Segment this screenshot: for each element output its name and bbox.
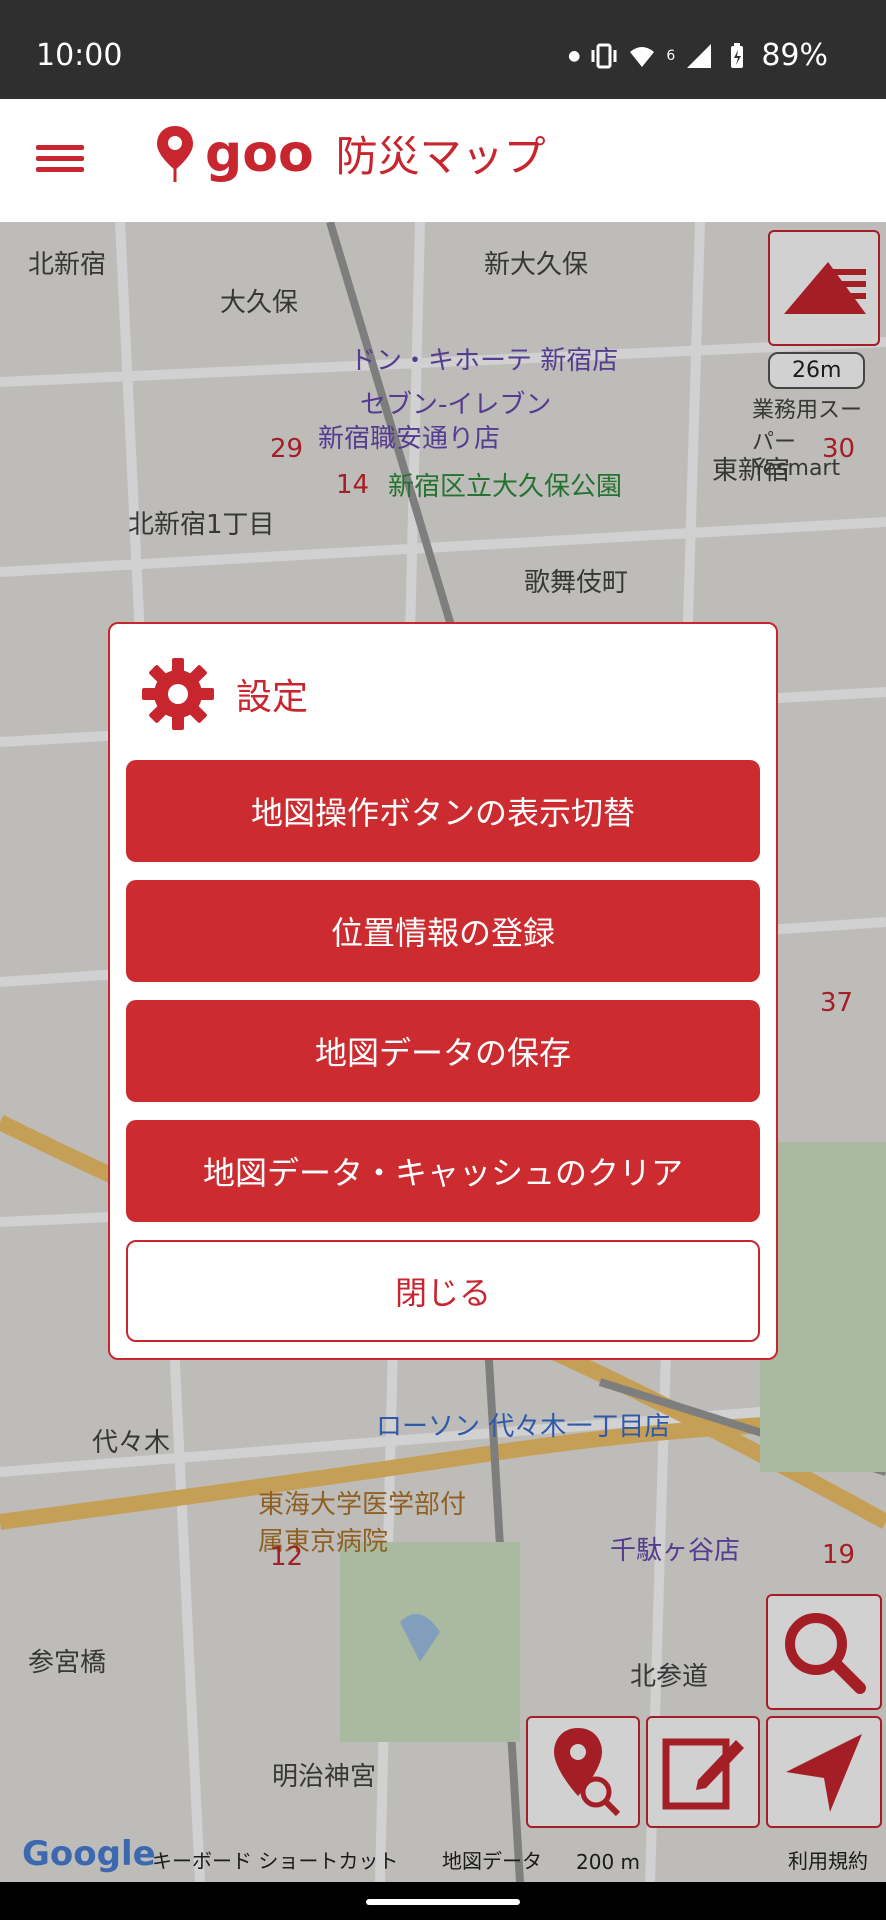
status-time: 10:00 [36, 38, 123, 73]
system-nav-bar [0, 1882, 886, 1920]
hamburger-menu-icon[interactable] [36, 139, 84, 179]
dialog-title: 設定 [236, 677, 309, 718]
close-button[interactable]: 閉じる [126, 1240, 760, 1342]
battery-icon [731, 42, 744, 68]
gear-icon [142, 658, 214, 730]
toggle-map-buttons-button[interactable]: 地図操作ボタンの表示切替 [126, 760, 760, 862]
wifi-icon [630, 46, 655, 67]
logo-goo: goo [205, 123, 314, 184]
page-title: 防災マップ [335, 132, 546, 181]
network-label: 6 [666, 47, 676, 64]
battery-percent: 89% [761, 38, 828, 73]
clear-cache-button[interactable]: 地図データ・キャッシュのクリア [126, 1120, 760, 1222]
dialog-header: 設定 [140, 656, 308, 732]
signal-icon [687, 43, 712, 68]
map-pin-icon [157, 125, 193, 182]
vibrate-icon [591, 43, 617, 68]
settings-dialog: 設定 地図操作ボタンの表示切替 位置情報の登録 地図データの保存 地図データ・キ… [108, 622, 778, 1360]
save-map-data-button[interactable]: 地図データの保存 [126, 1000, 760, 1102]
register-location-button[interactable]: 位置情報の登録 [126, 880, 760, 982]
status-bar: 10:00 ● 6 89% [0, 0, 886, 99]
status-icons: ● 6 89% [568, 38, 828, 73]
app-bar: goo 防災マップ [0, 99, 886, 222]
app-logo: goo 防災マップ [155, 123, 546, 184]
gesture-handle[interactable] [366, 1899, 520, 1905]
dot-icon: ● [568, 47, 581, 64]
